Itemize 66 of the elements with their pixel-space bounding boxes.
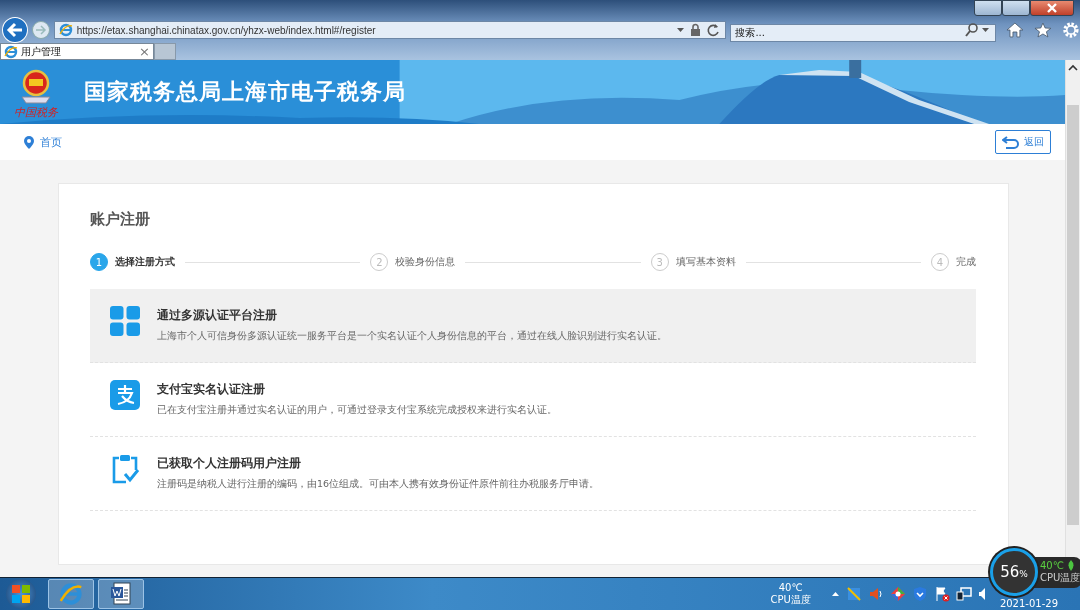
step-label: 填写基本资料 [675, 255, 736, 269]
option-title: 已获取个人注册码用户注册 [157, 455, 302, 472]
tab-close-button[interactable]: × [139, 44, 150, 59]
logo-text: 中国税务 [14, 106, 58, 118]
step-number: 1 [90, 253, 108, 271]
clipboard-check-icon [110, 454, 140, 484]
volume-icon[interactable] [977, 586, 986, 602]
forward-button[interactable] [31, 21, 50, 39]
cpu-monitor-widget[interactable]: 56% 40℃ CPU温度 [990, 548, 1080, 596]
home-icon[interactable] [1006, 22, 1025, 38]
flag-error-icon[interactable] [933, 586, 950, 602]
grid-icon [110, 306, 140, 336]
option-description: 已在支付宝注册并通过实名认证的用户，可通过登录支付宝系统完成授权来进行实名认证。 [157, 404, 557, 417]
minimize-button[interactable] [974, 0, 1002, 16]
show-hidden-icons-icon[interactable] [830, 591, 840, 597]
option-title: 支付宝实名认证注册 [157, 381, 266, 398]
option-title: 通过多源认证平台注册 [157, 307, 278, 324]
close-button[interactable] [1030, 0, 1074, 16]
cpu-temperature: 40℃ [778, 582, 803, 594]
scroll-up-icon[interactable] [1068, 64, 1078, 71]
restore-button[interactable] [1002, 0, 1030, 16]
search-icon[interactable] [965, 23, 992, 37]
windows-logo-icon [11, 584, 31, 604]
browser-logo-icon [59, 582, 83, 606]
document-icon [110, 582, 132, 606]
back-button[interactable] [2, 17, 28, 43]
browser-logo-icon [58, 23, 73, 37]
taskbar-document-button[interactable] [98, 579, 144, 609]
home-link[interactable]: 首页 [24, 134, 62, 150]
back-arrow-icon [5, 22, 24, 38]
option-description: 注册码是纳税人进行注册的编码，由16位组成。可由本人携有效身份证件原件前往办税服务厅申请。 [157, 478, 600, 491]
return-arrow-icon [1002, 135, 1020, 149]
favorites-star-icon[interactable] [1034, 22, 1053, 38]
shield-icon[interactable] [911, 586, 928, 602]
address-bar[interactable]: https://etax.shanghai.chinatax.gov.cn/yhzx-web/index.html#/register [53, 21, 727, 39]
widget-temperature: 40℃ [1040, 559, 1064, 571]
scroll-thumb[interactable] [1067, 105, 1079, 525]
cpu-usage-value: 56 [1000, 563, 1020, 581]
colorful-app-icon[interactable] [889, 586, 906, 602]
registration-option[interactable]: 通过多源认证平台注册 上海市个人可信身份多源认证统一服务平台是一个实名认证个人身份信息的平台，通过在线人脸识别进行实名认证。 [90, 289, 976, 363]
cpu-temperature-label: CPU温度 [770, 594, 811, 606]
site-title: 国家税务总局上海市电子税务局 [84, 78, 406, 106]
start-button[interactable] [6, 579, 36, 609]
clock-date: 2021-01-29 [999, 598, 1058, 610]
search-field[interactable]: 搜索... [730, 23, 997, 42]
back-link-button[interactable]: 返回 [995, 130, 1051, 154]
speaker-icon[interactable] [867, 586, 884, 602]
network-icon[interactable] [955, 586, 972, 602]
address-actions-icon[interactable] [677, 23, 722, 37]
step-label: 选择注册方式 [115, 255, 175, 269]
percent-sign: % [1019, 569, 1028, 579]
card-title: 账户注册 [90, 210, 151, 229]
browser-tab[interactable]: 用户管理 × [0, 43, 154, 60]
payment-app-icon [110, 380, 140, 410]
registration-option[interactable]: 支付宝实名认证注册 已在支付宝注册并通过实名认证的用户，可通过登录支付宝系统完成授权来进行实名认证。 [90, 363, 976, 437]
location-pin-icon [24, 135, 34, 149]
settings-icon[interactable] [1062, 21, 1080, 39]
step-label: 校验身份信息 [395, 255, 456, 269]
close-icon [1046, 3, 1058, 13]
step-label: 完成 [956, 255, 976, 269]
leaf-icon [1066, 559, 1075, 571]
widget-temperature-label: CPU温度 [1040, 570, 1080, 585]
registration-option[interactable]: 已获取个人注册码用户注册 注册码是纳税人进行注册的编码，由16位组成。可由本人携有效身份证件原件前往办税服务厅申请。 [90, 437, 976, 511]
option-description: 上海市个人可信身份多源认证统一服务平台是一个实名认证个人身份信息的平台，通过在线人脸识别进行实名认证。 [157, 330, 667, 343]
forward-arrow-icon [34, 25, 47, 35]
browser-logo-icon [4, 44, 18, 59]
